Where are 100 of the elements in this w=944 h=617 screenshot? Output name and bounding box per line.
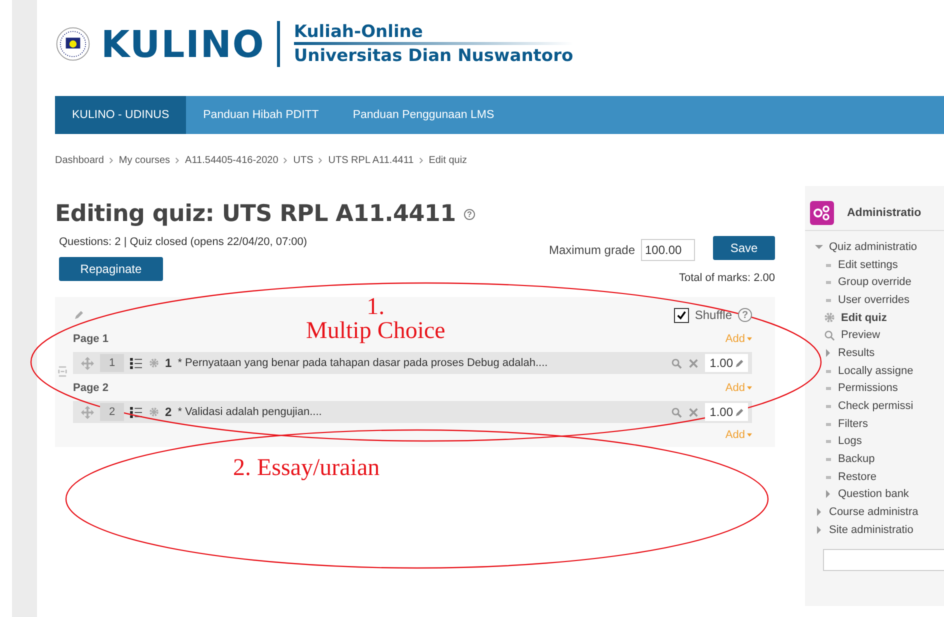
menu-item-label: Edit quiz — [841, 312, 887, 324]
admin-menu-item[interactable]: Site administratio — [805, 521, 944, 539]
admin-menu-item[interactable]: Check permissi — [824, 397, 944, 415]
admin-menu-item[interactable]: Quiz administratio — [805, 238, 944, 256]
caret-icon — [747, 433, 752, 437]
admin-menu-item[interactable]: Preview — [824, 326, 944, 344]
menu-item-label: Question bank — [838, 488, 909, 500]
menu-item-label: Quiz administratio — [829, 240, 918, 253]
admin-menu-item[interactable]: Restore — [824, 468, 944, 486]
admin-menu-item[interactable]: Edit quiz — [824, 308, 944, 326]
pencil-icon — [734, 406, 745, 418]
max-grade-label: Maximum grade — [548, 242, 635, 256]
breadcrumb-link[interactable]: Dashboard — [55, 155, 104, 166]
shuffle-checkbox[interactable] — [674, 308, 689, 322]
collapse-icon — [815, 242, 823, 251]
block-logo-icon — [810, 201, 834, 225]
menu-item-label: Permissions — [838, 382, 898, 394]
mark-field[interactable]: 1.00 — [705, 403, 748, 421]
help-icon[interactable]: ? — [464, 208, 475, 220]
page-break-icon — [58, 366, 67, 377]
expand-icon — [824, 348, 832, 357]
block-title: Administratio — [847, 207, 922, 219]
chevron-icon — [175, 157, 180, 164]
expand-icon — [815, 526, 823, 534]
menu-item-label: Check permissi — [838, 400, 914, 412]
menu-item-label: User overrides — [838, 294, 910, 306]
caret-icon — [747, 386, 752, 390]
breadcrumb-link[interactable]: A11.54405-416-2020 — [185, 155, 278, 166]
question-text[interactable]: * Pernyataan yang benar pada tahapan dasar pada proses Debug adalah.... — [178, 357, 665, 369]
breadcrumb-link[interactable]: UTS RPL A11.4411 — [328, 155, 414, 166]
delete-icon — [688, 406, 699, 418]
pencil-icon — [73, 309, 85, 321]
block-search-field[interactable] — [823, 548, 944, 571]
pencil-icon — [734, 358, 745, 368]
admin-menu-item[interactable]: User overrides — [824, 291, 944, 309]
seal-logo-icon — [55, 26, 91, 62]
chevron-icon — [418, 157, 424, 164]
menu-item-label: Group override — [838, 276, 912, 288]
question-slot: 2 — [100, 403, 124, 421]
admin-menu-item[interactable]: Permissions — [824, 380, 944, 398]
gear-icon — [824, 312, 835, 324]
search-icon — [824, 330, 835, 341]
question-text[interactable]: * Validasi adalah pengujian.... — [178, 406, 665, 418]
menu-item-label: Backup — [838, 453, 875, 466]
shuffle-label: Shuffle — [694, 308, 732, 322]
breadcrumb-link[interactable]: My courses — [118, 155, 170, 166]
bullet-icon — [824, 402, 832, 410]
chevron-icon — [318, 157, 324, 164]
caret-icon — [747, 337, 752, 341]
mark-field[interactable]: 1.00 — [705, 354, 748, 372]
max-grade-field[interactable]: 100.00 — [641, 238, 695, 260]
menu-item-label: Edit settings — [838, 258, 898, 271]
menu-item-label: Logs — [838, 435, 862, 448]
mark-value: 1.00 — [710, 356, 733, 370]
chevron-icon — [283, 157, 288, 164]
menu-item-label: Preview — [841, 329, 880, 342]
admin-menu-item[interactable]: Question bank — [824, 486, 944, 504]
question-number: 1 — [165, 356, 172, 370]
add-label: Add — [725, 333, 745, 345]
nav-tab[interactable]: Panduan Hibah PDITT — [186, 96, 336, 134]
question-slot: 1 — [100, 354, 124, 372]
preview-icon — [671, 406, 682, 418]
page-title: Editing quiz: UTS RPL A11.4411 — [55, 201, 456, 227]
bullet-icon — [824, 455, 832, 464]
bullet-icon — [824, 384, 832, 392]
admin-menu-item[interactable]: Group override — [824, 273, 944, 292]
gear-icon — [149, 407, 159, 417]
question-number: 2 — [165, 405, 172, 419]
admin-menu-item[interactable]: Course administra — [805, 503, 944, 521]
delete-icon — [688, 358, 699, 368]
total-marks: Total of marks: 2.00 — [679, 272, 775, 284]
admin-menu-item[interactable]: Filters — [824, 414, 944, 433]
expand-icon — [815, 508, 823, 516]
move-icon — [81, 406, 94, 418]
move-icon — [81, 356, 94, 370]
logo-divider — [276, 21, 280, 67]
preview-icon — [671, 358, 682, 368]
breadcrumb-link[interactable]: UTS — [293, 155, 314, 166]
menu-item-label: Locally assigne — [838, 364, 914, 377]
admin-menu-item[interactable]: Edit settings — [824, 256, 944, 274]
nav-tab[interactable]: KULINO - UDINUS — [55, 96, 186, 134]
annotation-text: 1. Multip Choice — [306, 295, 446, 343]
menu-item-label: Course administra — [829, 506, 918, 518]
admin-menu-item[interactable]: Results — [824, 344, 944, 362]
institution-name: Universitas Dian Nuswantoro — [294, 42, 574, 66]
bullet-icon — [824, 437, 832, 446]
admin-menu-item[interactable]: Backup — [824, 450, 944, 468]
question-type-icon — [130, 358, 143, 368]
save-button[interactable]: Save — [713, 236, 775, 260]
page-heading: Page 2 — [73, 382, 108, 394]
admin-menu-item[interactable]: Locally assigne — [824, 362, 944, 380]
bullet-icon — [824, 278, 832, 286]
nav-tab[interactable]: Panduan Penggunaan LMS — [336, 96, 512, 134]
quiz-info: Questions: 2 | Quiz closed (opens 22/04/20, 07:00) — [59, 236, 308, 248]
gear-icon — [149, 358, 159, 368]
expand-icon — [824, 490, 832, 498]
menu-item-label: Results — [838, 346, 875, 359]
admin-menu-item[interactable]: Logs — [824, 432, 944, 450]
repaginate-button[interactable]: Repaginate — [59, 257, 163, 281]
add-label: Add — [725, 382, 745, 394]
